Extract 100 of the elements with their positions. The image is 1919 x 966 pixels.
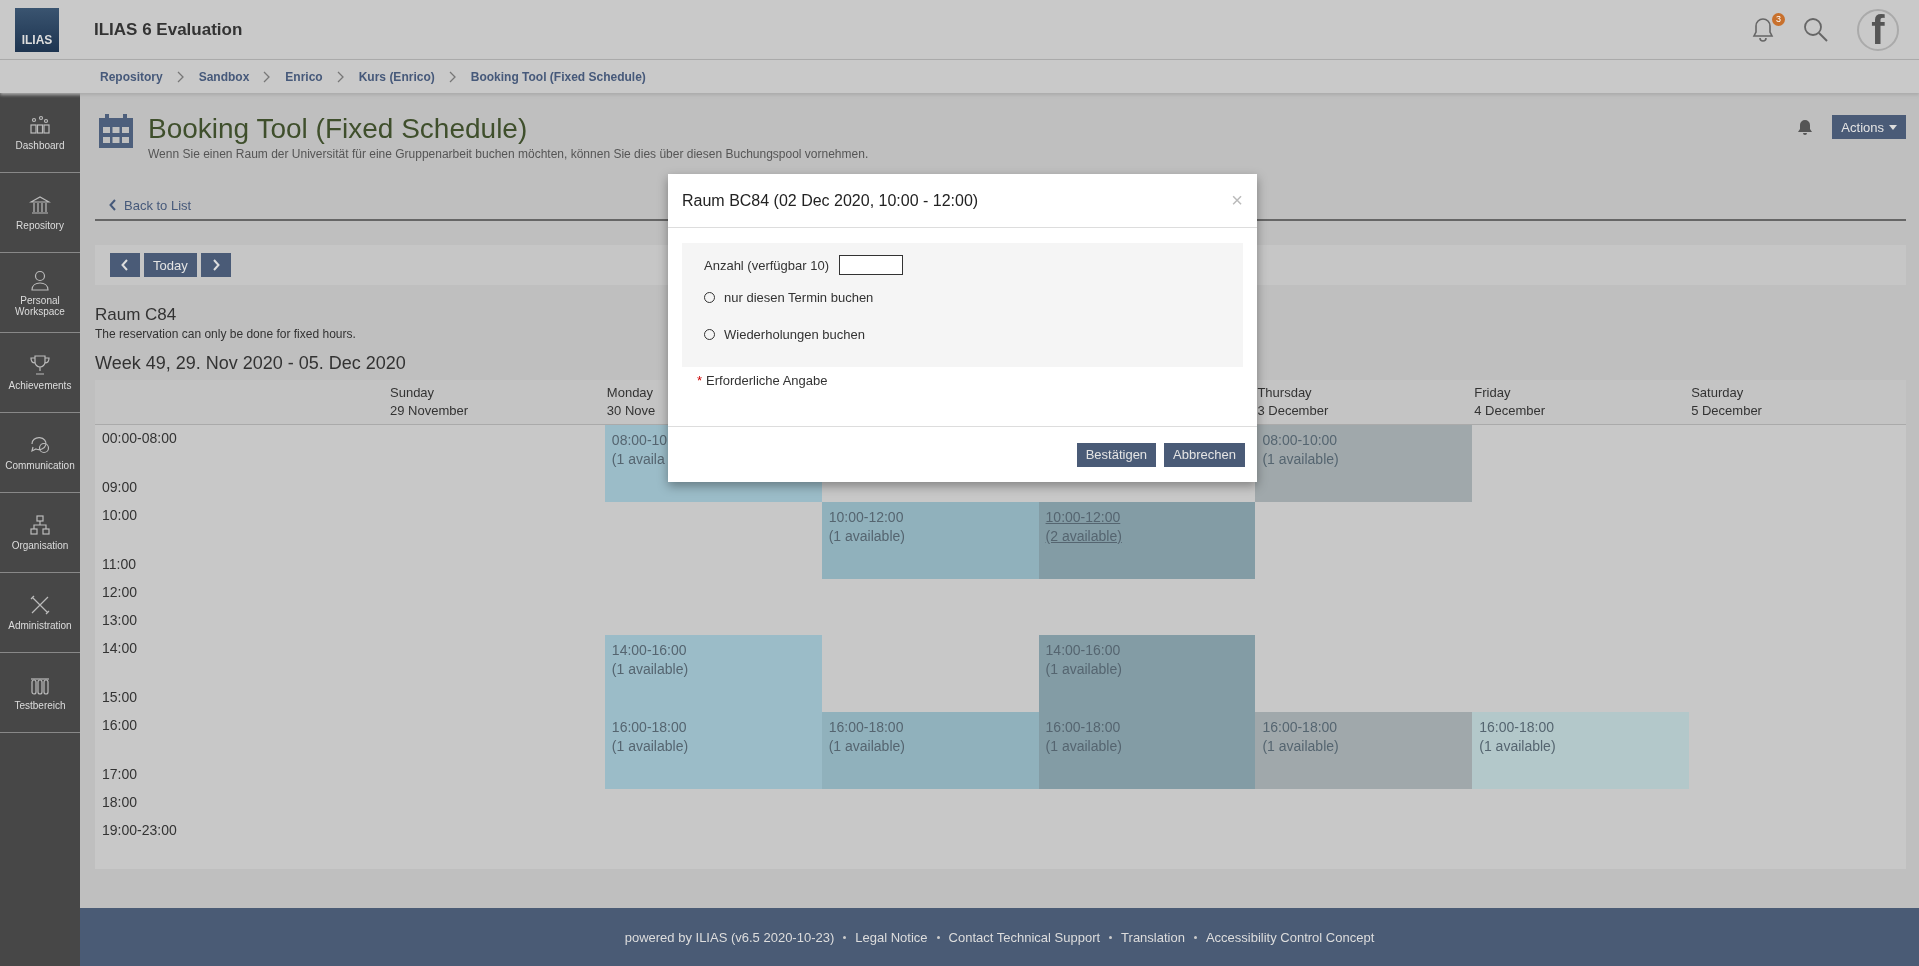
- booking-slot[interactable]: 10:00-12:00 (1 available): [821, 502, 1039, 579]
- sidebar-item[interactable]: Personal Workspace: [0, 253, 80, 333]
- time-label: 17:00: [102, 766, 138, 782]
- app-title: ILIAS 6 Evaluation: [94, 19, 243, 40]
- quantity-field[interactable]: [839, 255, 903, 275]
- previous-button[interactable]: [110, 253, 140, 277]
- slot-time: 16:00-18:00: [828, 718, 905, 737]
- day-date: 30 Nove: [606, 402, 657, 420]
- chevron-icon: [109, 199, 117, 211]
- page-description: Wenn Sie einen Raum der Universität für eine Gruppenarbeit buchen möchten, können Sie dies über diesen Buchungspool vornehmen.: [148, 147, 870, 161]
- time-label: 09:00: [102, 479, 138, 495]
- slot-time: 08:00-10:00: [1262, 431, 1339, 450]
- sidebar-icon: [29, 434, 51, 456]
- slot-availability: (1 availa: [611, 450, 666, 469]
- field-label: Anzahl (verfügbar 10): [704, 257, 829, 273]
- slot-availability: (1 available): [611, 660, 690, 679]
- chevron-icon: [336, 70, 345, 83]
- radio-label: nur diesen Termin buchen: [724, 290, 874, 305]
- breadcrumb-link[interactable]: Kurs (Enrico): [358, 69, 435, 84]
- slot-availability: (1 available): [1479, 737, 1557, 756]
- confirm-button[interactable]: Bestätigen: [1076, 442, 1157, 467]
- sidebar-item[interactable]: Administration: [0, 573, 80, 653]
- search-icon[interactable]: [1803, 16, 1829, 43]
- next-button[interactable]: [200, 253, 231, 277]
- logo[interactable]: ILIAS: [15, 7, 59, 52]
- booking-slot[interactable]: 16:00-18:00 (1 available): [1472, 712, 1690, 789]
- booking-slot[interactable]: 08:00-10:00 (1 available): [1255, 425, 1473, 502]
- chevron-icon: [448, 70, 457, 83]
- radio-label: Wiederholungen buchen: [724, 327, 865, 342]
- bell-icon[interactable]: [1798, 119, 1813, 135]
- sidebar-icon: [29, 114, 51, 136]
- sidebar-icon: [29, 354, 51, 376]
- required-note: Erforderliche Angabe: [706, 373, 828, 388]
- booking-slot[interactable]: 16:00-18:00 (1 available): [1255, 712, 1473, 789]
- time-label: 12:00: [102, 584, 138, 600]
- breadcrumb-link[interactable]: Sandbox: [198, 69, 250, 84]
- room-note: The reservation can only be done for fixed hours.: [95, 327, 356, 341]
- sidebar-icon: [29, 194, 51, 216]
- breadcrumb-link[interactable]: Booking Tool (Fixed Schedule): [470, 69, 646, 84]
- breadcrumb-link[interactable]: Repository: [100, 69, 163, 84]
- chevron-icon: [263, 70, 272, 83]
- day-name: Monday: [606, 384, 655, 402]
- notifications-button[interactable]: [1751, 16, 1775, 43]
- user-avatar[interactable]: f: [1857, 8, 1899, 51]
- sidebar-item[interactable]: Organisation: [0, 493, 80, 573]
- time-label: 16:00: [102, 717, 138, 733]
- slot-time: 14:00-16:00: [611, 641, 688, 660]
- slot-time: 16:00-18:00: [1479, 718, 1555, 737]
- slot-time: 10:00-12:00: [828, 508, 905, 527]
- sidebar-icon: [29, 514, 51, 536]
- booking-slot[interactable]: 16:00-18:00 (1 available): [821, 712, 1039, 789]
- time-label: 10:00: [102, 507, 138, 523]
- time-label: 19:00-23:00: [102, 822, 177, 838]
- time-label: 13:00: [102, 612, 138, 628]
- room-title: Raum C84: [95, 305, 177, 325]
- time-label: 18:00: [102, 794, 138, 810]
- slot-time: 08:00-10: [611, 431, 669, 450]
- chevron-icon: [211, 259, 220, 271]
- cancel-button[interactable]: Abbrechen: [1164, 442, 1245, 467]
- calendar-icon: [98, 113, 134, 149]
- slot-availability: (1 available): [828, 527, 906, 546]
- breadcrumb-link[interactable]: Enrico: [285, 69, 323, 84]
- slot-time: 16:00-18:00: [1262, 718, 1339, 737]
- chevron-icon: [176, 70, 185, 83]
- time-label: 14:00: [102, 640, 138, 656]
- sidebar-icon: [29, 594, 51, 616]
- page-title: Booking Tool (Fixed Schedule): [148, 113, 529, 145]
- required-mark: *: [697, 373, 703, 388]
- chevron-icon: [121, 259, 129, 271]
- slot-time: 16:00-18:00: [611, 718, 688, 737]
- booking-slot[interactable]: 14:00-16:00 (1 available): [604, 635, 822, 712]
- day-date: 4 December: [1474, 402, 1547, 420]
- slot-availability: (1 available): [1262, 450, 1340, 469]
- today-button[interactable]: Today: [144, 253, 197, 277]
- footer-link[interactable]: Contact Technical Support: [948, 929, 1101, 945]
- footer-link[interactable]: Translation: [1121, 929, 1185, 945]
- sidebar-item[interactable]: Testbereich: [0, 653, 80, 733]
- footer-link[interactable]: Legal Notice: [855, 929, 928, 945]
- sidebar-item[interactable]: Repository: [0, 173, 80, 253]
- sidebar-item[interactable]: Achievements: [0, 333, 80, 413]
- day-name: Sunday: [390, 384, 436, 402]
- day-date: 5 December: [1691, 402, 1763, 420]
- time-label: 15:00: [102, 689, 138, 705]
- caret-icon: [1889, 124, 1897, 130]
- sidebar-item[interactable]: Communication: [0, 413, 80, 493]
- slot-availability: (1 available): [1262, 737, 1340, 756]
- time-label: 00:00-08:00: [102, 430, 177, 446]
- footer-link[interactable]: Accessibility Control Concept: [1205, 929, 1375, 945]
- actions-button[interactable]: Actions: [1832, 115, 1906, 139]
- time-label: 11:00: [102, 556, 136, 572]
- back-link[interactable]: Back to List: [109, 197, 192, 213]
- slot-availability: (1 available): [828, 737, 906, 756]
- booking-slot[interactable]: 16:00-18:00 (1 available): [604, 712, 822, 789]
- sidebar-item[interactable]: Dashboard: [0, 93, 80, 173]
- slot-availability: (1 available): [611, 737, 690, 756]
- sidebar-icon: [29, 268, 51, 291]
- week-title: Week 49, 29. Nov 2020 - 05. Dec 2020: [95, 353, 406, 374]
- day-name: Saturday: [1691, 384, 1745, 402]
- day-date: 29 November: [390, 402, 470, 420]
- day-name: Friday: [1474, 384, 1512, 402]
